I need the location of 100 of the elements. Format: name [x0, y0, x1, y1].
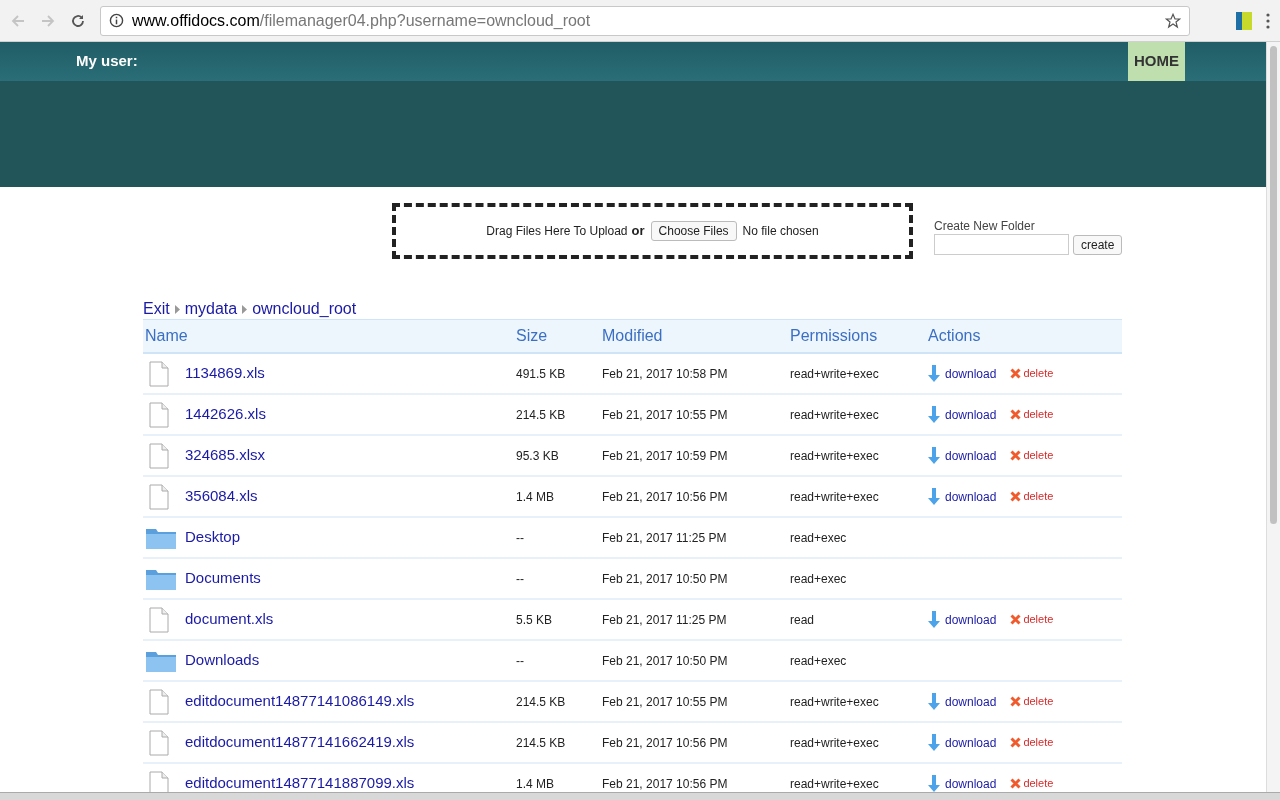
column-header[interactable]: Size — [516, 327, 548, 344]
delete-link[interactable]: delete — [1010, 365, 1054, 382]
delete-link[interactable]: delete — [1010, 447, 1054, 464]
folder-link[interactable]: Downloads — [185, 649, 260, 672]
download-arrow-icon — [928, 775, 940, 792]
address-bar[interactable]: www.offidocs.com/filemanager04.php?username=owncloud_root — [100, 5, 1190, 36]
folder-name-field[interactable] — [934, 234, 1069, 255]
modified-cell: Feb 21, 2017 10:58 PM — [602, 366, 728, 381]
download-arrow-icon — [928, 611, 940, 628]
file-link[interactable]: editdocument14877141086149.xls — [185, 690, 415, 713]
extension-icon[interactable] — [1236, 11, 1252, 30]
modified-cell: Feb 21, 2017 10:50 PM — [602, 653, 728, 668]
folder-link[interactable]: Documents — [185, 567, 261, 590]
new-folder-label: Create New Folder — [934, 219, 1036, 233]
permissions-cell: read+write+exec — [790, 366, 879, 381]
reload-icon[interactable] — [70, 12, 86, 29]
modified-cell: Feb 21, 2017 10:56 PM — [602, 776, 728, 791]
delete-x-icon — [1010, 737, 1022, 748]
delete-link[interactable]: delete — [1010, 488, 1054, 505]
download-link[interactable]: download — [928, 610, 997, 629]
modified-cell: Feb 21, 2017 10:59 PM — [602, 448, 728, 463]
download-link[interactable]: download — [928, 405, 997, 424]
delete-x-icon — [1010, 409, 1022, 420]
download-arrow-icon — [928, 447, 940, 464]
delete-x-icon — [1010, 696, 1022, 707]
download-arrow-icon — [928, 406, 940, 423]
size-cell: -- — [516, 530, 524, 545]
download-link[interactable]: download — [928, 774, 997, 793]
breadcrumb-arrow-icon — [174, 304, 180, 314]
permissions-cell: read+write+exec — [790, 776, 879, 791]
permissions-cell: read+exec — [790, 530, 847, 545]
delete-link[interactable]: delete — [1010, 611, 1054, 628]
permissions-cell: read+exec — [790, 653, 847, 668]
download-link[interactable]: download — [928, 446, 997, 465]
delete-x-icon — [1010, 778, 1022, 789]
size-cell: 214.5 KB — [516, 407, 566, 422]
file-link[interactable]: 324685.xlsx — [185, 444, 266, 467]
size-cell: 491.5 KB — [516, 366, 566, 381]
breadcrumb-link[interactable]: mydata — [184, 297, 238, 321]
permissions-cell: read+write+exec — [790, 489, 879, 504]
breadcrumb-arrow-icon — [242, 304, 248, 314]
size-cell: 1.4 MB — [516, 489, 554, 504]
file-icon — [149, 483, 169, 510]
folder-link[interactable]: Desktop — [185, 526, 241, 549]
column-header[interactable]: Permissions — [790, 327, 878, 344]
download-arrow-icon — [928, 488, 940, 505]
delete-link[interactable]: delete — [1010, 775, 1054, 792]
file-link[interactable]: editdocument14877141662419.xls — [185, 731, 415, 754]
breadcrumb-link[interactable]: owncloud_root — [252, 297, 357, 321]
file-icon — [149, 360, 169, 387]
choose-files-button[interactable]: Choose Files — [650, 221, 737, 241]
size-cell: 214.5 KB — [516, 735, 566, 750]
file-link[interactable]: editdocument14877141887099.xls — [185, 772, 415, 795]
size-cell: -- — [516, 653, 524, 668]
user-label: My user: — [76, 51, 138, 72]
modified-cell: Feb 21, 2017 10:56 PM — [602, 735, 728, 750]
delete-link[interactable]: delete — [1010, 406, 1054, 423]
file-icon — [149, 401, 169, 428]
size-cell: 214.5 KB — [516, 694, 566, 709]
menu-icon[interactable] — [1266, 12, 1270, 29]
delete-x-icon — [1010, 491, 1022, 502]
upload-drop-zone[interactable]: Drag Files Here To Upload or Choose Files No file chosen — [392, 203, 913, 259]
permissions-cell: read+write+exec — [790, 448, 879, 463]
permissions-cell: read+write+exec — [790, 407, 879, 422]
file-link[interactable]: 356084.xls — [185, 485, 258, 508]
modified-cell: Feb 21, 2017 10:55 PM — [602, 694, 728, 709]
home-button[interactable]: HOME — [1128, 42, 1185, 81]
download-link[interactable]: download — [928, 487, 997, 506]
delete-link[interactable]: delete — [1010, 734, 1054, 751]
size-cell: 5.5 KB — [516, 612, 553, 627]
download-arrow-icon — [928, 693, 940, 710]
file-icon — [149, 442, 169, 469]
permissions-cell: read+write+exec — [790, 735, 879, 750]
or-text: or — [631, 222, 645, 241]
download-link[interactable]: download — [928, 692, 997, 711]
modified-cell: Feb 21, 2017 10:50 PM — [602, 571, 728, 586]
size-cell: 95.3 KB — [516, 448, 559, 463]
size-cell: 1.4 MB — [516, 776, 554, 791]
info-icon — [109, 13, 124, 28]
file-status-text: No file chosen — [742, 223, 819, 240]
modified-cell: Feb 21, 2017 11:25 PM — [602, 612, 727, 627]
file-icon — [149, 688, 169, 715]
create-button[interactable]: create — [1073, 234, 1123, 255]
file-link[interactable]: 1442626.xls — [185, 403, 266, 426]
delete-link[interactable]: delete — [1010, 693, 1054, 710]
star-icon[interactable] — [1165, 12, 1181, 29]
breadcrumb-link[interactable]: Exit — [143, 297, 170, 321]
column-header[interactable]: Name — [145, 327, 188, 344]
size-cell: -- — [516, 571, 524, 586]
download-link[interactable]: download — [928, 364, 997, 383]
modified-cell: Feb 21, 2017 10:55 PM — [602, 407, 728, 422]
column-header[interactable]: Modified — [602, 327, 663, 344]
file-link[interactable]: 1134869.xls — [185, 362, 265, 385]
file-link[interactable]: document.xls — [185, 608, 274, 631]
download-arrow-icon — [928, 365, 940, 382]
delete-x-icon — [1010, 450, 1022, 461]
download-link[interactable]: download — [928, 733, 997, 752]
column-header[interactable]: Actions — [928, 327, 981, 344]
download-arrow-icon — [928, 734, 940, 751]
permissions-cell: read — [790, 612, 815, 627]
